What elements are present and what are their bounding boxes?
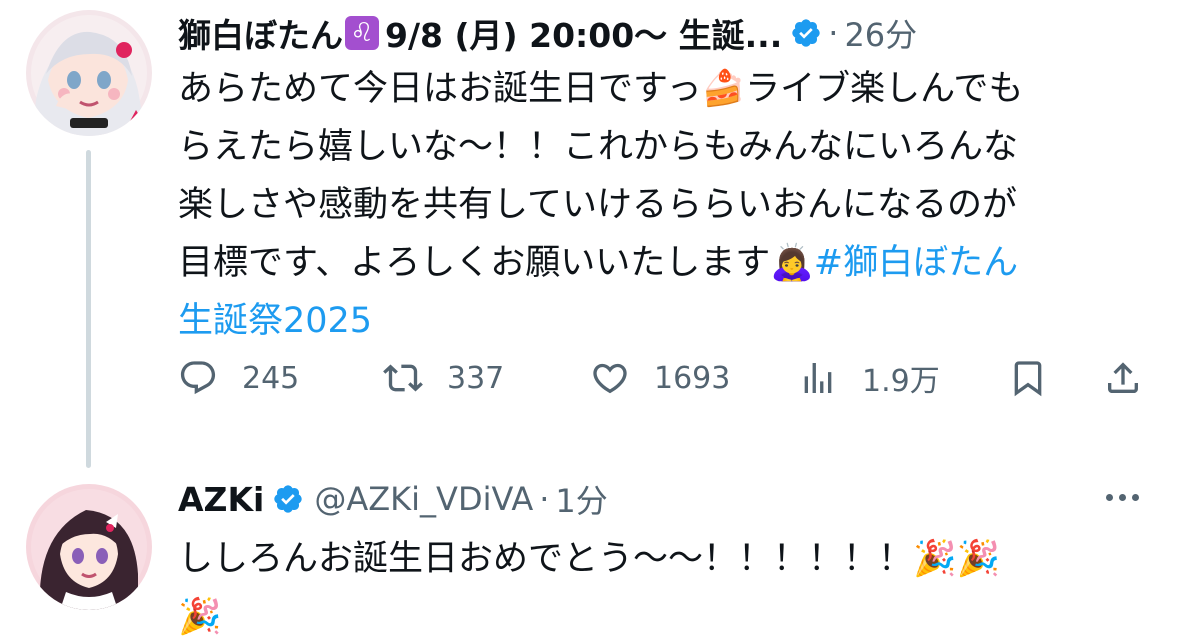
- views-count: 1.9万: [862, 364, 940, 399]
- display-name-suffix[interactable]: 9/8 (月) 20:00～ 生誕...: [385, 9, 782, 57]
- retweet-icon: [383, 364, 423, 392]
- tweet-text-segment: 目標です、よろしくお願いいたします🙇‍♀️: [178, 243, 814, 283]
- tweet-botan[interactable]: 獅白ぼたん ♌ 9/8 (月) 20:00～ 生誕... · 26分 あらためて…: [0, 0, 1179, 470]
- views-button[interactable]: 1.9万: [798, 350, 940, 406]
- avatar-azki-image: [26, 484, 152, 610]
- bar-chart-icon: [804, 363, 832, 393]
- share-icon: [1108, 362, 1138, 393]
- separator-dot: ·: [539, 480, 550, 518]
- heart-icon: [593, 363, 627, 394]
- tweet-text-line: 🎉: [178, 597, 222, 637]
- reply-icon: [180, 361, 216, 395]
- user-handle[interactable]: @AZKi_VDiVA: [314, 480, 533, 518]
- display-name[interactable]: 獅白ぼたん: [178, 9, 343, 57]
- retweet-count: 337: [447, 360, 505, 396]
- like-button[interactable]: 1693: [590, 350, 730, 406]
- tweet-header: AZKi @AZKi_VDiVA · 1分: [178, 474, 1139, 524]
- thread-connector-line: [86, 150, 91, 468]
- tweet-text-line: あらためて今日はお誕生日ですっ🍰ライブ楽しんでも: [178, 69, 1024, 109]
- tweet-text-line: 楽しさや感動を共有していけるららいおんになるのが: [178, 185, 1017, 225]
- tweet-text-line: 目標です、よろしくお願いいたします🙇‍♀️#獅白ぼたん: [178, 234, 1139, 292]
- avatar-botan[interactable]: [26, 10, 152, 136]
- retweet-button[interactable]: 337: [383, 350, 504, 406]
- avatar-azki[interactable]: [26, 484, 152, 610]
- more-dots-icon[interactable]: [1106, 494, 1139, 501]
- action-bar: 245 337 1693 1.9万: [178, 350, 1143, 406]
- tweet-text: あらためて今日はお誕生日ですっ🍰ライブ楽しんでも らえたら嬉しいな～！！これから…: [178, 60, 1139, 350]
- verified-badge-icon: [792, 19, 820, 47]
- avatar-botan-image: [26, 10, 152, 136]
- tweet-text-line: らえたら嬉しいな～！！これからもみんなにいろんな: [178, 127, 1019, 167]
- leo-zodiac-icon: ♌: [345, 16, 379, 50]
- reply-count: 245: [242, 360, 300, 396]
- bookmark-icon: [1014, 361, 1042, 397]
- like-count: 1693: [654, 360, 731, 396]
- tweet-text-line: 生誕祭2025: [178, 292, 1139, 350]
- tweet-text-line: ししろんお誕生日おめでとう～～！！！！！！🎉🎉: [178, 539, 1001, 579]
- verified-badge-icon: [274, 485, 303, 513]
- display-name[interactable]: AZKi: [178, 480, 264, 519]
- separator-dot: ·: [828, 14, 839, 52]
- hashtag-link-continued[interactable]: 生誕祭2025: [178, 301, 372, 341]
- share-button[interactable]: [1103, 350, 1143, 406]
- hashtag-link[interactable]: #獅白ぼたん: [814, 243, 1018, 283]
- tweet-header: 獅白ぼたん ♌ 9/8 (月) 20:00～ 生誕... · 26分: [178, 8, 1139, 58]
- tweet-text: ししろんお誕生日おめでとう～～！！！！！！🎉🎉 🎉: [178, 530, 1139, 638]
- timestamp[interactable]: 1分: [555, 476, 607, 522]
- timestamp[interactable]: 26分: [844, 10, 917, 56]
- tweet-azki[interactable]: AZKi @AZKi_VDiVA · 1分 ししろんお誕生日おめでとう～～！！！…: [0, 470, 1179, 638]
- reply-button[interactable]: 245: [178, 350, 299, 406]
- bookmark-button[interactable]: [1008, 350, 1048, 406]
